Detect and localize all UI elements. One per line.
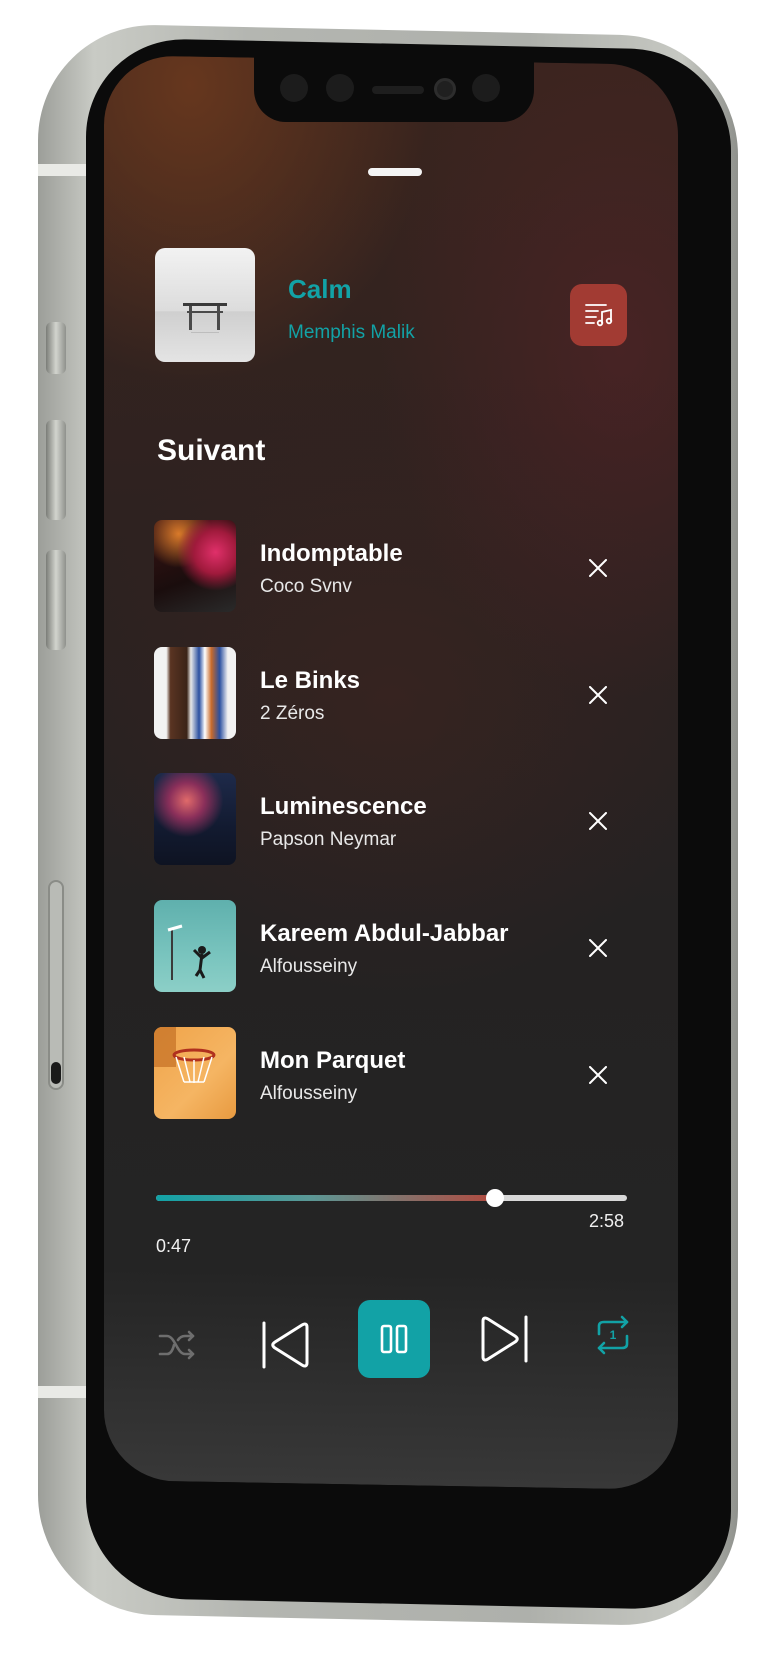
volume-down-button <box>46 550 66 650</box>
remove-button[interactable] <box>584 554 612 582</box>
shuffle-icon <box>158 1330 195 1360</box>
skip-previous-icon <box>262 1321 309 1369</box>
queue-item[interactable]: Indomptable Coco Svnv <box>154 520 624 614</box>
shuffle-button[interactable] <box>154 1322 200 1368</box>
remove-button[interactable] <box>584 1061 612 1089</box>
track-artist: Alfousseiny <box>260 956 358 977</box>
remove-button[interactable] <box>584 681 612 709</box>
music-list-icon <box>584 304 612 327</box>
sim-eject-hole <box>51 1062 61 1084</box>
close-icon <box>589 939 607 957</box>
track-title: Mon Parquet <box>260 1047 406 1074</box>
album-cover <box>154 520 236 612</box>
track-artist: Coco Svnv <box>260 576 352 597</box>
sim-slot <box>48 880 64 1090</box>
pause-icon <box>380 1324 408 1354</box>
notch <box>254 56 534 122</box>
next-button[interactable] <box>476 1310 534 1368</box>
mute-switch <box>46 322 66 374</box>
play-pause-button[interactable] <box>358 1300 430 1378</box>
now-playing-artist[interactable]: Memphis Malik <box>288 322 415 344</box>
close-icon <box>589 686 607 704</box>
sensor-dot <box>326 74 354 102</box>
phone-mockup: Calm Memphis Malik Suivant Indomptable C… <box>0 0 769 1661</box>
volume-up-button <box>46 420 66 520</box>
queue-heading: Suivant <box>157 434 266 467</box>
album-cover <box>154 773 236 865</box>
sheet-grabber[interactable] <box>368 168 422 176</box>
close-icon <box>589 1066 607 1084</box>
total-time: 2:58 <box>589 1211 625 1231</box>
track-title: Kareem Abdul-Jabbar <box>260 920 509 947</box>
previous-button[interactable] <box>256 1316 314 1374</box>
track-title: Le Binks <box>260 667 361 694</box>
sensor-dot <box>280 74 308 102</box>
basketball-hoop-artwork <box>154 1027 216 1083</box>
antenna-band <box>38 1386 90 1398</box>
repeat-one-icon: 1 <box>597 1315 629 1355</box>
track-artist: Papson Neymar <box>260 829 397 850</box>
queue-item[interactable]: Mon Parquet Alfousseiny <box>154 1027 624 1121</box>
close-icon <box>589 812 607 830</box>
queue-item[interactable]: Le Binks 2 Zéros <box>154 647 624 741</box>
lyrics-button[interactable] <box>570 284 627 346</box>
track-artist: 2 Zéros <box>260 703 325 724</box>
remove-button[interactable] <box>584 807 612 835</box>
antenna-band <box>38 164 90 176</box>
track-artist: Alfousseiny <box>260 1083 358 1104</box>
queue-item[interactable]: Kareem Abdul-Jabbar Alfousseiny <box>154 900 624 994</box>
front-camera <box>434 78 456 100</box>
queue-item[interactable]: Luminescence Papson Neymar <box>154 773 624 867</box>
basketball-player-artwork <box>167 924 211 980</box>
progress-bar[interactable] <box>156 1189 627 1207</box>
album-cover <box>154 900 236 992</box>
progress-fill <box>156 1195 496 1201</box>
earpiece-speaker <box>372 86 424 94</box>
now-playing-cover <box>155 248 255 362</box>
skip-next-icon <box>481 1315 528 1363</box>
sensor-dot <box>472 74 500 102</box>
torii-gate-artwork <box>183 303 227 333</box>
track-title: Luminescence <box>260 793 427 820</box>
now-playing-title: Calm <box>288 274 352 304</box>
current-time: 0:47 <box>156 1236 192 1256</box>
progress-knob[interactable] <box>486 1189 505 1207</box>
repeat-button[interactable]: 1 <box>590 1310 636 1360</box>
album-cover <box>154 1027 236 1119</box>
close-icon <box>589 559 607 577</box>
svg-text:1: 1 <box>610 1328 617 1342</box>
remove-button[interactable] <box>584 934 612 962</box>
track-title: Indomptable <box>260 540 403 567</box>
album-cover <box>154 647 236 739</box>
